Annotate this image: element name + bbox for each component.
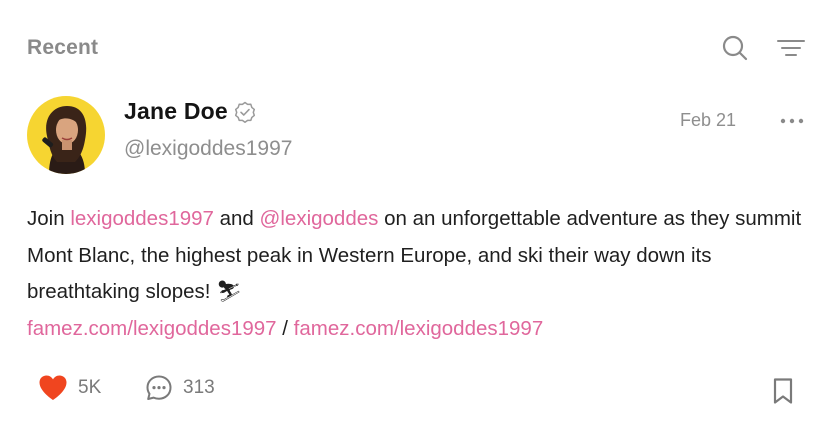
mention-link-lexigoddes[interactable]: @lexigoddes (260, 207, 379, 230)
post-author: Jane Doe @lexigoddes1997 (124, 98, 292, 161)
verified-badge-icon (234, 101, 255, 123)
post-text-and: and (213, 207, 260, 230)
search-icon (722, 35, 748, 61)
filter-icon (777, 40, 805, 56)
bookmark-button[interactable] (772, 377, 794, 410)
more-options-button[interactable] (776, 110, 808, 132)
bookmark-icon (773, 378, 793, 404)
url-link-1[interactable]: famez.com/lexigoddes1997 (27, 317, 277, 340)
like-count: 5K (78, 376, 102, 398)
heart-icon (39, 375, 67, 400)
url-separator: / (276, 316, 294, 340)
post-date: Feb 21 (680, 110, 737, 130)
more-horizontal-icon (780, 118, 804, 124)
url-link-2[interactable]: famez.com/lexigoddes1997 (294, 317, 544, 340)
author-handle[interactable]: @lexigoddes1997 (124, 137, 292, 161)
like-button[interactable]: 5K (38, 374, 101, 401)
avatar-image (27, 96, 105, 174)
comment-button[interactable]: 313 (145, 374, 215, 402)
post-text-prefix: Join (27, 207, 71, 230)
author-name[interactable]: Jane Doe (124, 98, 228, 125)
comment-count: 313 (183, 377, 215, 398)
feed-header: Recent (27, 28, 811, 68)
section-title: Recent (27, 36, 99, 59)
post-actions: 5K 313 (38, 374, 808, 410)
comment-icon (146, 375, 172, 400)
mention-link-lexigoddes1997[interactable]: lexigoddes1997 (70, 207, 214, 230)
search-button[interactable] (719, 32, 751, 64)
avatar[interactable] (27, 96, 105, 174)
filter-button[interactable] (775, 32, 807, 64)
post-body: Join lexigoddes1997 and @lexigoddes on a… (27, 201, 817, 347)
skier-emoji-icon: ⛷ (216, 280, 243, 303)
